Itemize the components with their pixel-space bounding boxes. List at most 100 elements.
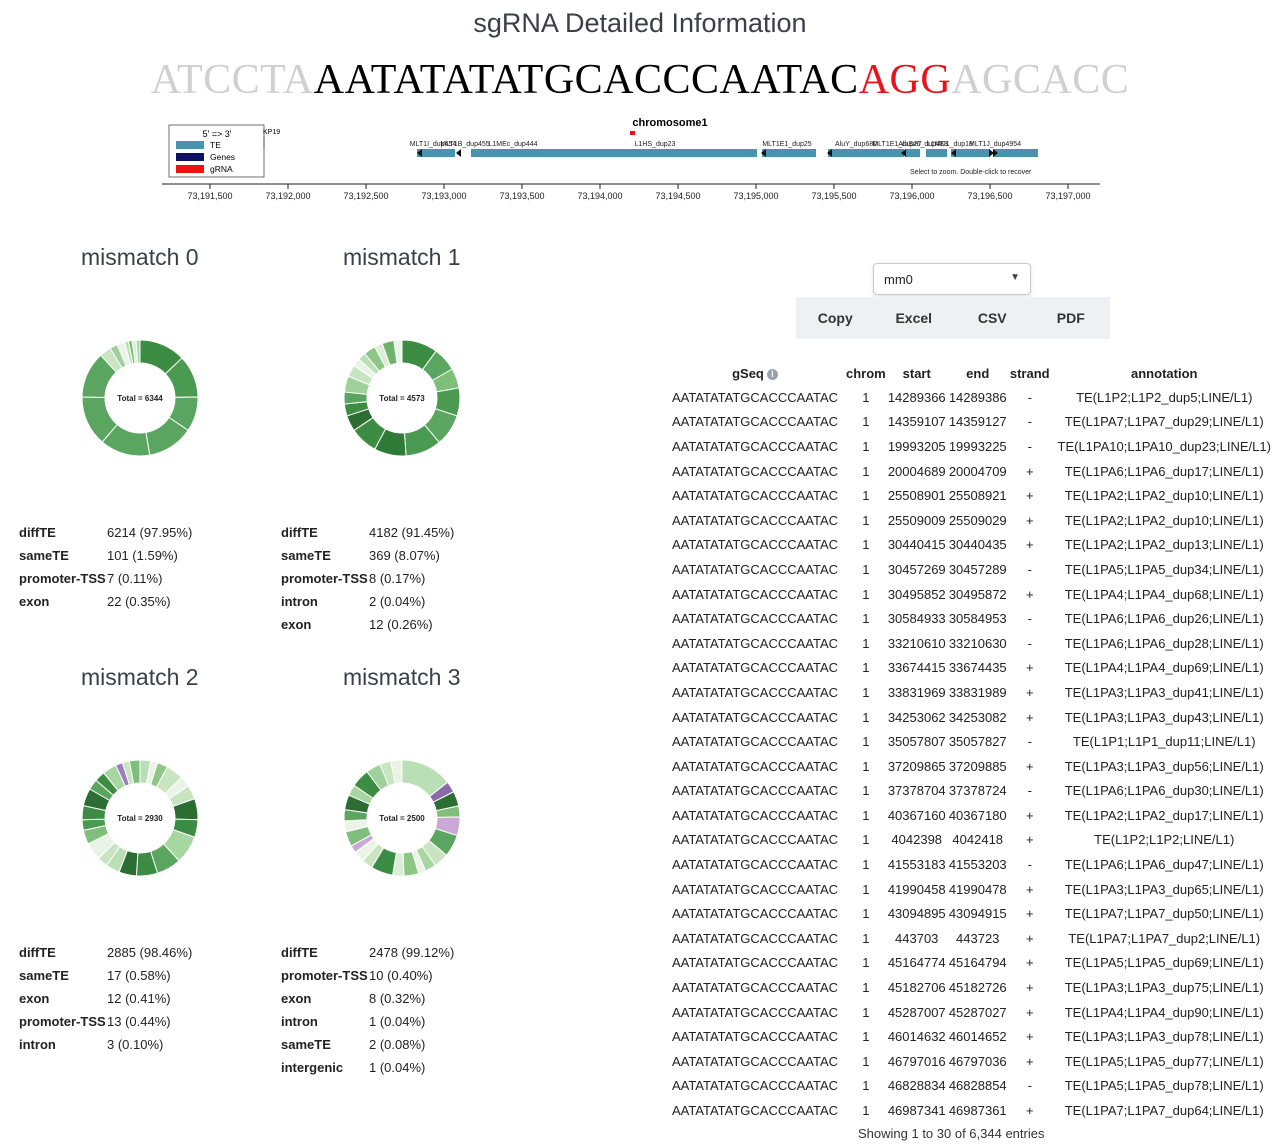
mismatch-select[interactable]: mm0 ▼ <box>873 263 1031 295</box>
stat-key: diffTE <box>19 945 56 960</box>
column-header-annotation[interactable]: annotation <box>1052 361 1277 385</box>
table-row[interactable]: AATATATATGCACCCAATAC 1 46987341 46987361 + TE… <box>664 1098 1277 1123</box>
genome-browser-track[interactable]: 73,191,500 73,192,000 73,192,500 73,193,000… <box>155 112 1105 207</box>
mismatch-1-donut-chart[interactable]: Total = 4573 <box>337 333 467 463</box>
te-feature[interactable] <box>762 149 816 157</box>
mismatch-3-donut-chart[interactable]: Total = 2500 <box>337 753 467 883</box>
mismatch-3-stats: diffTE 2478 (99.12%) promoter-TSS 10 (0.40%… <box>281 941 454 1079</box>
axis-tick-label: 73,195,000 <box>733 191 778 201</box>
mismatch-1-stats: diffTE 4182 (91.45%) sameTE 369 (8.07%) prom… <box>281 521 454 636</box>
mismatch-3-title: mismatch 3 <box>343 664 461 690</box>
table-row[interactable]: AATATATATGCACCCAATAC 1 33831969 33831989 + TE… <box>664 680 1277 705</box>
stat-row: exon 12 (0.26%) <box>281 613 454 636</box>
cell-annotation: TE(L1PA4;L1PA4_dup68;LINE/L1) <box>1064 586 1264 602</box>
table-row[interactable]: AATATATATGCACCCAATAC 1 25509009 25509029 + TE… <box>664 508 1277 533</box>
te-feature[interactable] <box>926 149 947 157</box>
cell-end: 41553203 <box>948 857 1007 873</box>
cell-start: 41990458 <box>887 881 946 897</box>
cell-chrom: 1 <box>862 783 870 799</box>
stat-value: 13 (0.44%) <box>107 1014 171 1029</box>
column-header-end[interactable]: end <box>948 361 1008 385</box>
table-row[interactable]: AATATATATGCACCCAATAC 1 34253062 34253082 + TE… <box>664 705 1277 730</box>
column-header-gseq[interactable]: gSeq i <box>664 361 846 385</box>
te-feature-label: L1MEc_dup444 <box>488 141 537 148</box>
grna-marker[interactable] <box>630 131 635 135</box>
cell-gseq: AATATATATGCACCCAATAC <box>671 438 839 454</box>
cell-gseq: AATATATATGCACCCAATAC <box>671 857 839 873</box>
stat-key: promoter-TSS <box>281 968 368 983</box>
column-header-chrom[interactable]: chrom <box>846 361 886 385</box>
table-row[interactable]: AATATATATGCACCCAATAC 1 25508901 25508921 + TE… <box>664 483 1277 508</box>
column-header-strand[interactable]: strand <box>1008 361 1052 385</box>
csv-button[interactable]: CSV <box>953 297 1032 339</box>
cell-annotation: TE(L1PA6;L1PA6_dup47;LINE/L1) <box>1064 857 1264 873</box>
table-row[interactable]: AATATATATGCACCCAATAC 1 30440415 30440435 + TE… <box>664 533 1277 558</box>
table-row[interactable]: AATATATATGCACCCAATAC 1 19993205 19993225 - TE… <box>664 434 1277 459</box>
info-icon[interactable]: i <box>766 368 778 380</box>
cell-strand: + <box>1025 684 1034 700</box>
cell-start: 33674415 <box>887 660 946 676</box>
table-row[interactable]: AATATATATGCACCCAATAC 1 46014632 46014652 + TE… <box>664 1024 1277 1049</box>
table-row[interactable]: AATATATATGCACCCAATAC 1 30584933 30584953 - TE… <box>664 606 1277 631</box>
table-row[interactable]: AATATATATGCACCCAATAC 1 45164774 45164794 + TE… <box>664 951 1277 976</box>
table-row[interactable]: AATATATATGCACCCAATAC 1 37209865 37209885 + TE… <box>664 754 1277 779</box>
table-row[interactable]: AATATATATGCACCCAATAC 1 20004689 20004709 + TE… <box>664 459 1277 484</box>
cell-strand: + <box>1025 980 1034 996</box>
te-feature[interactable] <box>951 149 990 157</box>
axis-tick-label: 73,197,000 <box>1045 191 1090 201</box>
cell-strand: - <box>1027 857 1032 873</box>
cell-strand: + <box>1025 807 1034 823</box>
table-row[interactable]: AATATATATGCACCCAATAC 1 43094895 43094915 + TE… <box>664 901 1277 926</box>
chevron-down-icon: ▼ <box>1010 272 1020 283</box>
pdf-button[interactable]: PDF <box>1032 297 1111 339</box>
axis-tick-label: 73,194,000 <box>577 191 622 201</box>
cell-strand: - <box>1027 611 1032 627</box>
mismatch-2-donut-chart[interactable]: Total = 2930 <box>75 753 205 883</box>
table-row[interactable]: AATATATATGCACCCAATAC 1 41990458 41990478 + TE… <box>664 877 1277 902</box>
column-header-start[interactable]: start <box>886 361 948 385</box>
cell-gseq: AATATATATGCACCCAATAC <box>671 906 839 922</box>
cell-start: 19993205 <box>887 438 946 454</box>
cell-chrom: 1 <box>862 1078 870 1094</box>
mismatch-0-donut-chart[interactable]: Total = 6344 <box>75 333 205 463</box>
te-feature[interactable] <box>417 149 455 157</box>
cell-start: 45164774 <box>887 955 946 971</box>
excel-button[interactable]: Excel <box>875 297 954 339</box>
cell-annotation: TE(L1PA6;L1PA6_dup17;LINE/L1) <box>1064 463 1264 479</box>
donut-total-label: Total = 2930 <box>117 814 163 823</box>
te-feature[interactable] <box>471 149 757 157</box>
cell-gseq: AATATATATGCACCCAATAC <box>671 758 839 774</box>
table-row[interactable]: AATATATATGCACCCAATAC 1 14359107 14359127 - TE… <box>664 410 1277 435</box>
cell-chrom: 1 <box>862 463 870 479</box>
table-row[interactable]: AATATATATGCACCCAATAC 1 46828834 46828854 - TE… <box>664 1074 1277 1099</box>
table-row[interactable]: AATATATATGCACCCAATAC 1 33674415 33674435 + TE… <box>664 656 1277 681</box>
table-row[interactable]: AATATATATGCACCCAATAC 1 40367160 40367180 + TE… <box>664 803 1277 828</box>
table-row[interactable]: AATATATATGCACCCAATAC 1 46797016 46797036 + TE… <box>664 1049 1277 1074</box>
table-row[interactable]: AATATATATGCACCCAATAC 1 45287007 45287027 + TE… <box>664 1000 1277 1025</box>
copy-button[interactable]: Copy <box>796 297 875 339</box>
legend-swatch <box>176 141 204 149</box>
cell-annotation: TE(L1PA2;L1PA2_dup13;LINE/L1) <box>1064 537 1264 553</box>
table-row[interactable]: AATATATATGCACCCAATAC 1 30495852 30495872 + TE… <box>664 582 1277 607</box>
cell-end: 46987361 <box>948 1103 1007 1119</box>
table-row[interactable]: AATATATATGCACCCAATAC 1 4042398 4042418 + TE(L… <box>664 828 1277 853</box>
te-feature[interactable] <box>905 149 920 157</box>
table-row[interactable]: AATATATATGCACCCAATAC 1 14289366 14289386 - TE… <box>664 385 1277 410</box>
table-row[interactable]: AATATATATGCACCCAATAC 1 443703 443723 + TE(L1P… <box>664 926 1277 951</box>
table-row[interactable]: AATATATATGCACCCAATAC 1 37378704 37378724 - TE… <box>664 779 1277 804</box>
track-legend: 5' => 3'TE Genes gRNA <box>168 124 265 178</box>
strand-arrow-icon <box>456 149 461 157</box>
stat-row: intron 3 (0.10%) <box>19 1033 192 1056</box>
cell-end: 443723 <box>956 930 1000 946</box>
table-row[interactable]: AATATATATGCACCCAATAC 1 41553183 41553203 - TE… <box>664 852 1277 877</box>
table-row[interactable]: AATATATATGCACCCAATAC 1 30457269 30457289 - TE… <box>664 557 1277 582</box>
table-row[interactable]: AATATATATGCACCCAATAC 1 45182706 45182726 + TE… <box>664 975 1277 1000</box>
stat-value: 369 (8.07%) <box>369 548 440 563</box>
te-feature-label: MLT1B_dup455 <box>440 141 489 148</box>
stat-row: exon 12 (0.41%) <box>19 987 192 1010</box>
te-feature[interactable] <box>993 149 1038 157</box>
stat-key: intron <box>281 594 318 609</box>
te-feature[interactable] <box>828 149 884 157</box>
table-row[interactable]: AATATATATGCACCCAATAC 1 33210610 33210630 - TE… <box>664 631 1277 656</box>
table-row[interactable]: AATATATATGCACCCAATAC 1 35057807 35057827 - TE… <box>664 729 1277 754</box>
